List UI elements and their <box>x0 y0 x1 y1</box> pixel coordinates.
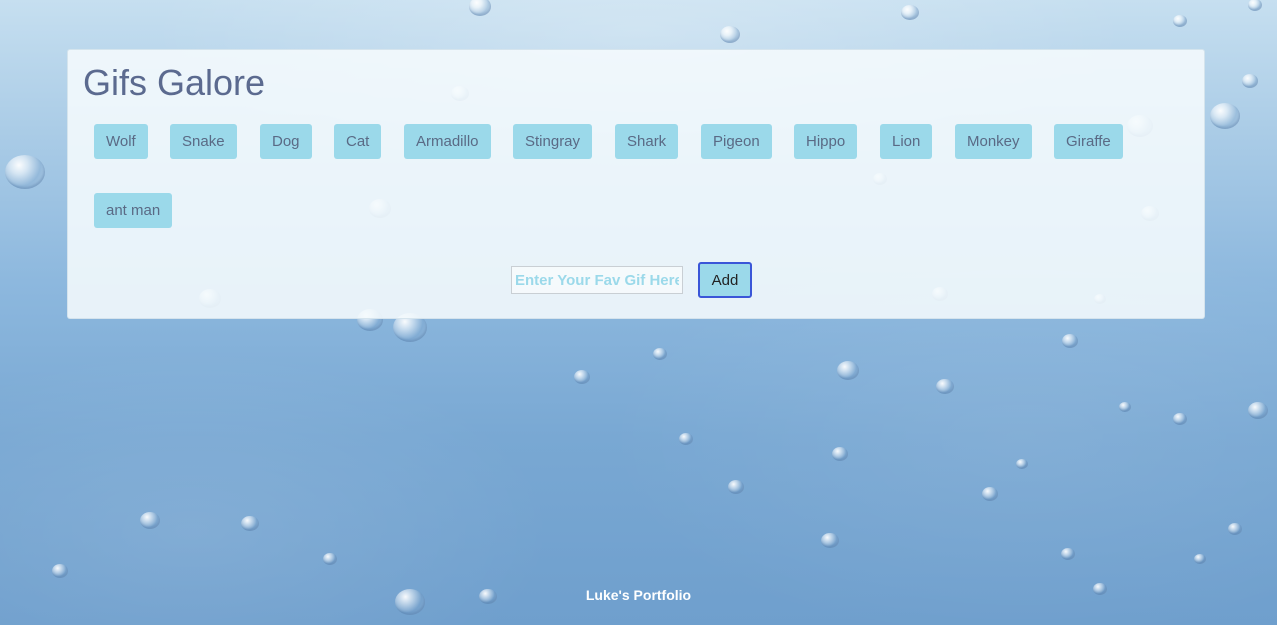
topic-button-wolf[interactable]: Wolf <box>94 124 148 159</box>
water-drop <box>1210 103 1240 129</box>
water-drop <box>1248 0 1262 11</box>
topic-button-armadillo[interactable]: Armadillo <box>404 124 491 159</box>
water-drop <box>1242 74 1258 88</box>
water-drop <box>469 0 491 16</box>
water-drop <box>832 447 848 461</box>
topic-button-shark[interactable]: Shark <box>615 124 679 159</box>
water-drop <box>837 361 859 380</box>
gif-search-input[interactable] <box>511 266 683 294</box>
water-drop <box>1248 402 1268 419</box>
water-drop <box>1062 334 1078 348</box>
water-drop <box>720 26 740 43</box>
topic-button-monkey[interactable]: Monkey <box>955 124 1032 159</box>
water-drop <box>1194 554 1206 565</box>
water-drop <box>52 564 68 578</box>
water-drop <box>936 379 954 395</box>
water-drop <box>1016 459 1028 470</box>
water-drop <box>1061 548 1075 560</box>
water-drop <box>901 5 919 21</box>
topic-button-dog[interactable]: Dog <box>260 124 312 159</box>
main-panel: Gifs Galore Wolf Snake Dog Cat Armadillo… <box>67 49 1205 319</box>
topic-button-giraffe[interactable]: Giraffe <box>1054 124 1123 159</box>
water-drop <box>241 516 259 532</box>
topic-button-snake[interactable]: Snake <box>170 124 237 159</box>
water-drop <box>679 433 693 445</box>
topic-button-stingray[interactable]: Stingray <box>513 124 593 159</box>
topic-button-cat[interactable]: Cat <box>334 124 382 159</box>
page-title: Gifs Galore <box>83 62 266 103</box>
portfolio-link[interactable]: Luke's Portfolio <box>0 587 1277 603</box>
water-drop <box>323 553 337 565</box>
water-drop <box>653 348 667 360</box>
topic-button-lion[interactable]: Lion <box>880 124 933 159</box>
topic-button-hippo[interactable]: Hippo <box>794 124 858 159</box>
water-drop <box>1173 15 1187 27</box>
water-drop <box>574 370 590 384</box>
water-drop <box>140 512 160 529</box>
water-drop <box>821 533 839 549</box>
add-button[interactable]: Add <box>698 262 752 298</box>
topic-button-ant-man[interactable]: ant man <box>94 193 173 228</box>
topic-button-pigeon[interactable]: Pigeon <box>701 124 772 159</box>
water-drop <box>5 155 45 189</box>
water-drop <box>1119 402 1131 413</box>
water-drop <box>1173 413 1187 425</box>
water-drop <box>728 480 744 494</box>
water-drop <box>1228 523 1242 535</box>
water-drop <box>982 487 998 501</box>
